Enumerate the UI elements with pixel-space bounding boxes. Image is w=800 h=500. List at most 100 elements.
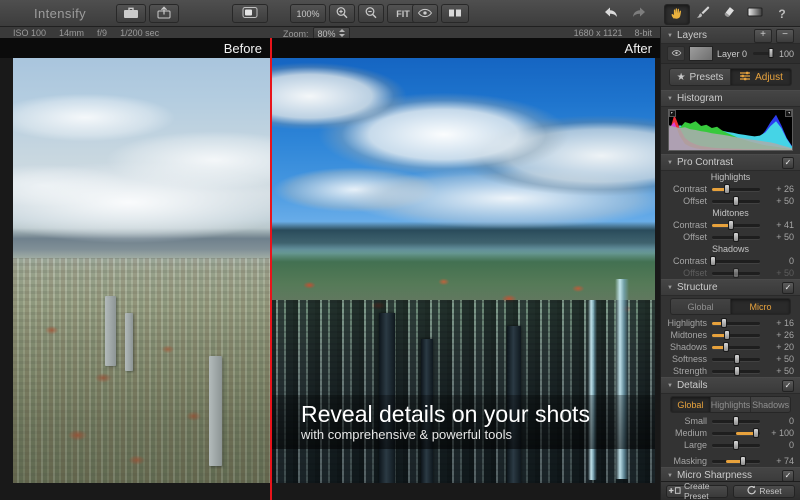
slider-thumb[interactable]	[734, 354, 740, 364]
offset-slider-row: Offset+ 50	[661, 231, 800, 243]
strength-slider-value: + 50	[764, 366, 794, 376]
adjust-panel: ▼ Layers + − Layer 0 100 ★	[660, 27, 800, 500]
adjust-button[interactable]: Adjust	[731, 68, 792, 86]
disclosure-triangle-icon: ▼	[667, 96, 673, 102]
slider-thumb[interactable]	[721, 318, 727, 328]
export-button[interactable]	[149, 4, 179, 23]
large-slider-label: Large	[661, 440, 707, 450]
redo-button[interactable]	[626, 4, 652, 23]
compare-view-button[interactable]	[232, 4, 268, 23]
offset-slider[interactable]	[712, 200, 760, 203]
tab-highlights[interactable]: Highlights	[711, 397, 752, 412]
masking-slider-row: Masking+ 74	[661, 455, 800, 467]
eraser-tool-button[interactable]	[716, 4, 740, 23]
details-section-header[interactable]: ▼ Details	[661, 377, 800, 394]
compare-divider-handle[interactable]	[270, 38, 272, 500]
help-button[interactable]: ?	[772, 4, 792, 23]
slider-thumb[interactable]	[733, 196, 739, 206]
highlights-slider[interactable]	[712, 322, 760, 325]
main-toolbar: Intensify 100%	[0, 0, 800, 27]
slider-thumb[interactable]	[710, 256, 716, 266]
split-view-button[interactable]	[441, 4, 469, 23]
remove-layer-button[interactable]: −	[776, 29, 794, 43]
compare-label-band: Before After	[0, 38, 660, 58]
open-file-button[interactable]	[116, 4, 146, 23]
zoom-in-button[interactable]	[329, 4, 355, 23]
slider-thumb[interactable]	[728, 220, 734, 230]
small-slider[interactable]	[712, 420, 760, 423]
layer-opacity-slider[interactable]	[753, 52, 772, 55]
zoom-percent-button[interactable]: 100%	[290, 4, 326, 23]
tab-shadows[interactable]: Shadows	[751, 397, 790, 412]
hand-tool-button[interactable]	[664, 4, 690, 25]
bit-depth-value: 8-bit	[634, 28, 652, 38]
gradient-tool-button[interactable]	[742, 4, 768, 23]
contrast-slider[interactable]	[712, 260, 760, 263]
presets-button[interactable]: ★ Presets	[669, 68, 731, 86]
midtones-slider-row: Midtones+ 26	[661, 329, 800, 341]
slider-thumb[interactable]	[733, 268, 739, 278]
contrast-slider[interactable]	[712, 224, 760, 227]
pro-contrast-sliders: HighlightsContrast+ 26Offset+ 50Midtones…	[661, 171, 800, 279]
slider-thumb[interactable]	[733, 440, 739, 450]
intensify-window: Intensify 100%	[0, 0, 800, 500]
slider-thumb[interactable]	[724, 184, 730, 194]
add-layer-button[interactable]: +	[754, 29, 772, 43]
layer-visibility-button[interactable]	[667, 46, 685, 61]
offset-slider-value: + 50	[764, 232, 794, 242]
reset-button[interactable]: Reset	[733, 485, 795, 498]
preview-toggle-button[interactable]	[412, 4, 438, 23]
canvas-area[interactable]: Before After Rev	[0, 38, 660, 500]
after-photo[interactable]: Reveal details on your shots with compre…	[271, 58, 655, 483]
strength-slider[interactable]	[712, 370, 760, 373]
offset-slider-value: + 50	[764, 268, 794, 278]
highlights-slider-label: Highlights	[661, 318, 707, 328]
medium-slider[interactable]	[712, 432, 760, 435]
layers-section-header[interactable]: ▼ Layers + −	[661, 27, 800, 44]
offset-slider[interactable]	[712, 272, 760, 275]
slider-thumb[interactable]	[734, 366, 740, 376]
highlight-clipping-button[interactable]	[785, 110, 792, 117]
large-slider[interactable]	[712, 444, 760, 447]
pro-contrast-section-header[interactable]: ▼ Pro Contrast	[661, 154, 800, 171]
masking-slider[interactable]	[712, 460, 760, 463]
micro-sharpness-checkbox[interactable]	[782, 470, 794, 482]
brush-icon	[695, 5, 710, 22]
offset-slider[interactable]	[712, 236, 760, 239]
layer-thumbnail[interactable]	[689, 46, 713, 61]
before-photo[interactable]	[13, 58, 271, 483]
contrast-slider-row: Contrast0	[661, 255, 800, 267]
shadows-slider[interactable]	[712, 346, 760, 349]
slider-thumb[interactable]	[740, 456, 746, 466]
slider-thumb[interactable]	[753, 428, 759, 438]
structure-sliders: Highlights+ 16Midtones+ 26Shadows+ 20Sof…	[661, 317, 800, 377]
contrast-slider-row: Contrast+ 41	[661, 219, 800, 231]
structure-section-header[interactable]: ▼ Structure	[661, 279, 800, 296]
details-checkbox[interactable]	[782, 380, 794, 392]
undo-button[interactable]	[598, 4, 624, 23]
zoom-out-button[interactable]	[358, 4, 384, 23]
shadow-clipping-button[interactable]	[669, 110, 676, 117]
slider-thumb[interactable]	[769, 48, 774, 58]
pro-contrast-checkbox[interactable]	[782, 157, 794, 169]
create-preset-button[interactable]: Create Preset	[666, 485, 728, 498]
slider-thumb[interactable]	[723, 342, 729, 352]
tab-global[interactable]: Global	[671, 299, 731, 314]
structure-checkbox[interactable]	[782, 282, 794, 294]
details-title: Details	[677, 380, 708, 391]
photo-preview[interactable]: Reveal details on your shots with compre…	[13, 58, 655, 483]
slider-thumb[interactable]	[724, 330, 730, 340]
tab-micro[interactable]: Micro	[731, 299, 790, 314]
histogram-section-header[interactable]: ▼ Histogram	[661, 90, 800, 107]
layer-opacity-value: 100	[776, 49, 794, 59]
tab-global[interactable]: Global	[671, 397, 711, 412]
slider-thumb[interactable]	[733, 232, 739, 242]
micro-sharpness-section-header[interactable]: ▼ Micro Sharpness	[661, 467, 800, 481]
offset-slider-value: + 50	[764, 196, 794, 206]
slider-thumb[interactable]	[733, 416, 739, 426]
midtones-slider[interactable]	[712, 334, 760, 337]
layer-row[interactable]: Layer 0 100	[661, 44, 800, 64]
contrast-slider[interactable]	[712, 188, 760, 191]
brush-tool-button[interactable]	[690, 4, 714, 23]
softness-slider[interactable]	[712, 358, 760, 361]
